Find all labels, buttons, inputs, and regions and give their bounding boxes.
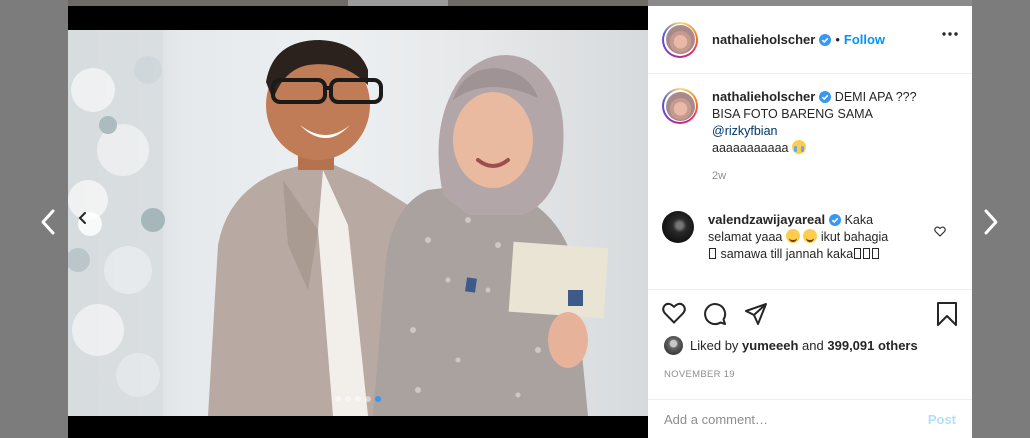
chevron-right-icon [984, 209, 998, 235]
share-icon [745, 303, 767, 325]
caption-text-line2: BISA FOTO BARENG SAMA [712, 107, 873, 121]
unsupported-glyph-icon [872, 248, 880, 259]
chevron-left-small-icon [78, 212, 86, 224]
caption-timestamp[interactable]: 2w [712, 168, 920, 185]
caption-avatar-photo [665, 91, 695, 121]
verified-icon [829, 214, 842, 226]
unsupported-glyph-icon [854, 248, 862, 259]
commenter-username[interactable]: valendzawijayareal [708, 212, 825, 227]
commenter-avatar[interactable] [662, 211, 694, 243]
caption-avatar-frame [664, 90, 696, 122]
carousel-dot [365, 396, 371, 402]
add-comment-form: Post [648, 399, 972, 438]
carousel-indicator [335, 396, 381, 402]
author-avatar-frame [664, 23, 696, 56]
likes-count[interactable]: 399,091 others [827, 338, 917, 353]
hugging-face-emoji-icon [785, 229, 800, 243]
unsupported-glyph-icon [863, 248, 871, 259]
photo-pane [68, 6, 648, 438]
post-photo[interactable] [68, 30, 648, 416]
carousel-dot [335, 396, 341, 402]
verified-icon [819, 91, 832, 103]
comment-heart-icon[interactable] [934, 226, 946, 237]
caption-avatar[interactable] [662, 88, 698, 124]
post-modal: nathalieholscher • Follow nathalieholsch… [68, 6, 972, 438]
next-post-button[interactable] [979, 205, 1003, 239]
author-avatar[interactable] [662, 21, 698, 58]
liker-avatar[interactable] [664, 336, 683, 355]
like-button[interactable] [662, 302, 686, 331]
liker-username[interactable]: yumeeeh [742, 338, 798, 353]
likes-and: and [802, 338, 824, 353]
post-actions: Liked by yumeeeh and 399,091 others NOVE… [648, 289, 972, 399]
likes-prefix: Liked by [690, 338, 739, 353]
action-buttons [662, 302, 768, 331]
caption-text-line3: aaaaaaaaaaa [712, 141, 789, 155]
previous-post-button[interactable] [36, 205, 60, 239]
crying-face-emoji-icon [791, 140, 806, 154]
comment-icon [704, 303, 727, 326]
carousel-previous-button[interactable] [78, 212, 102, 236]
comment-input[interactable] [664, 411, 920, 427]
carousel-dot-active [375, 396, 381, 402]
comment-body: valendzawijayareal Kaka selamat yaaa iku… [708, 211, 916, 263]
comment-item: valendzawijayareal Kaka selamat yaaa iku… [662, 211, 956, 263]
share-button[interactable] [744, 302, 768, 331]
author-avatar-photo [665, 25, 695, 54]
unsupported-glyph-icon [709, 248, 716, 259]
bullet-separator: • [835, 32, 840, 47]
caption-text-line1: DEMI APA ??? [834, 90, 917, 104]
heart-icon [662, 302, 686, 324]
save-button[interactable] [936, 302, 958, 331]
post-comment-button[interactable]: Post [928, 412, 956, 427]
carousel-dot [355, 396, 361, 402]
more-icon[interactable] [942, 32, 958, 36]
comment-text-part4: samawa till jannah kaka [720, 247, 854, 261]
caption-mention[interactable]: @rizkyfbian [712, 124, 778, 138]
hugging-face-emoji-icon [803, 229, 818, 243]
comment-text-part2: selamat yaaa [708, 230, 783, 244]
caption: nathalieholscher DEMI APA ??? BISA FOTO … [662, 88, 956, 185]
post-sidebar: nathalieholscher • Follow nathalieholsch… [648, 6, 972, 438]
caption-body: nathalieholscher DEMI APA ??? BISA FOTO … [712, 88, 920, 185]
bookmark-icon [937, 302, 957, 326]
author-username[interactable]: nathalieholscher [712, 32, 815, 47]
verified-icon [819, 33, 832, 46]
carousel-dot [345, 396, 351, 402]
author-info: nathalieholscher • Follow [712, 32, 885, 47]
comments-list: nathalieholscher DEMI APA ??? BISA FOTO … [648, 74, 972, 289]
likes-summary: Liked by yumeeeh and 399,091 others [664, 336, 918, 355]
caption-username[interactable]: nathalieholscher [712, 89, 815, 104]
comment-text-part3: ikut bahagia [820, 230, 889, 244]
post-date[interactable]: NOVEMBER 19 [664, 369, 735, 380]
comment-text-part1: Kaka [844, 213, 874, 227]
chevron-left-icon [41, 209, 55, 235]
comment-button[interactable] [703, 302, 727, 331]
follow-button[interactable]: Follow [844, 32, 885, 47]
post-header: nathalieholscher • Follow [648, 6, 972, 74]
post-photo-illustration [68, 30, 609, 416]
